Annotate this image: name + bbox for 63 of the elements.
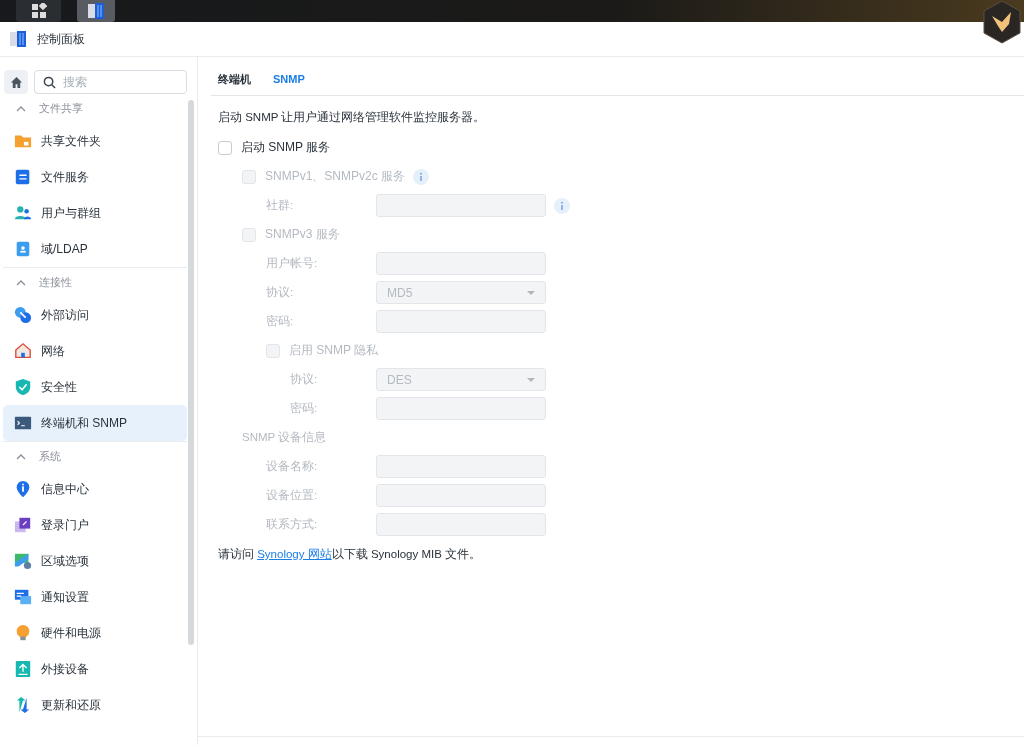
shield-icon	[14, 378, 32, 396]
link-icon	[14, 306, 32, 324]
bird-logo-icon	[982, 0, 1022, 44]
sidebar-item[interactable]: 域/LDAP	[3, 231, 187, 267]
description-text: 启动 SNMP 让用户通过网络管理软件监控服务器。	[218, 110, 487, 125]
bulb-icon	[14, 624, 32, 642]
sidebar-item[interactable]: 更新和还原	[3, 687, 187, 723]
sidebar-item[interactable]: 信息中心	[3, 471, 187, 507]
section-heading: SNMP 设备信息	[242, 430, 327, 445]
control-panel-icon	[87, 2, 105, 20]
sidebar-item[interactable]: 登录门户	[3, 507, 187, 543]
users-icon	[14, 204, 32, 222]
chevron-icon	[16, 279, 26, 286]
sidebar-item[interactable]: 文件服务	[3, 159, 187, 195]
checkbox-label: SNMPv1、SNMPv2c 服务	[265, 168, 406, 185]
field-label: 社群:	[266, 198, 295, 213]
sidebar-item[interactable]: 安全性	[3, 369, 187, 405]
field-label: 用户帐号:	[266, 256, 319, 271]
house-icon	[14, 342, 32, 360]
tab[interactable]: 终端机	[218, 57, 251, 95]
search-icon	[43, 76, 56, 89]
tab[interactable]: SNMP	[273, 57, 305, 95]
field-label: 协议:	[266, 285, 295, 300]
footer-text: 请访问 Synology 网站以下载 Synology MIB 文件。	[218, 547, 483, 562]
field-label: 协议:	[290, 372, 319, 387]
taskbar-button[interactable]	[77, 0, 115, 22]
directory-icon	[14, 240, 32, 258]
chat-icon	[14, 588, 32, 606]
field-label: 设备位置:	[266, 488, 319, 503]
info-icon	[14, 480, 32, 498]
sidebar-item[interactable]: 硬件和电源	[3, 615, 187, 651]
chevron-icon	[16, 453, 26, 460]
control-panel-icon	[9, 30, 27, 48]
sidebar-item[interactable]: 用户与群组	[3, 195, 187, 231]
upload-icon	[14, 660, 32, 678]
field-label: 密码:	[266, 314, 295, 329]
sidebar-item[interactable]: 网络	[3, 333, 187, 369]
chevron-icon	[16, 105, 26, 112]
taskbar-button[interactable]	[16, 0, 61, 22]
home-icon	[9, 75, 23, 89]
window-title: 控制面板	[37, 30, 85, 48]
field-label: 联系方式:	[266, 517, 319, 532]
field-label: 设备名称:	[266, 459, 319, 474]
checkbox-label: SNMPv3 服务	[265, 226, 340, 243]
grid-icon	[30, 3, 47, 19]
search-field[interactable]: 搜索	[34, 70, 187, 94]
group-header[interactable]: 文件共享	[3, 94, 187, 123]
caret-icon	[527, 290, 535, 295]
sidebar-item[interactable]: 区域选项	[3, 543, 187, 579]
checkbox-label: 启用 SNMP 隐私	[289, 342, 379, 359]
website-link[interactable]: Synology 网站	[257, 548, 332, 560]
sidebar-item[interactable]: 终端机和 SNMP	[3, 405, 187, 441]
checkbox[interactable]	[218, 140, 232, 155]
terminal-icon	[14, 414, 32, 432]
checkbox-label: 启动 SNMP 服务	[241, 139, 331, 156]
sidebar-item[interactable]: 通知设置	[3, 579, 187, 615]
field-label: 密码:	[290, 401, 319, 416]
sidebar-item[interactable]: 共享文件夹	[3, 123, 187, 159]
sidebar-item[interactable]: 外部访问	[3, 297, 187, 333]
scrollbar[interactable]	[188, 100, 194, 645]
home-button[interactable]	[4, 70, 28, 94]
sidebar-item[interactable]: 外接设备	[3, 651, 187, 687]
caret-icon	[527, 377, 535, 382]
